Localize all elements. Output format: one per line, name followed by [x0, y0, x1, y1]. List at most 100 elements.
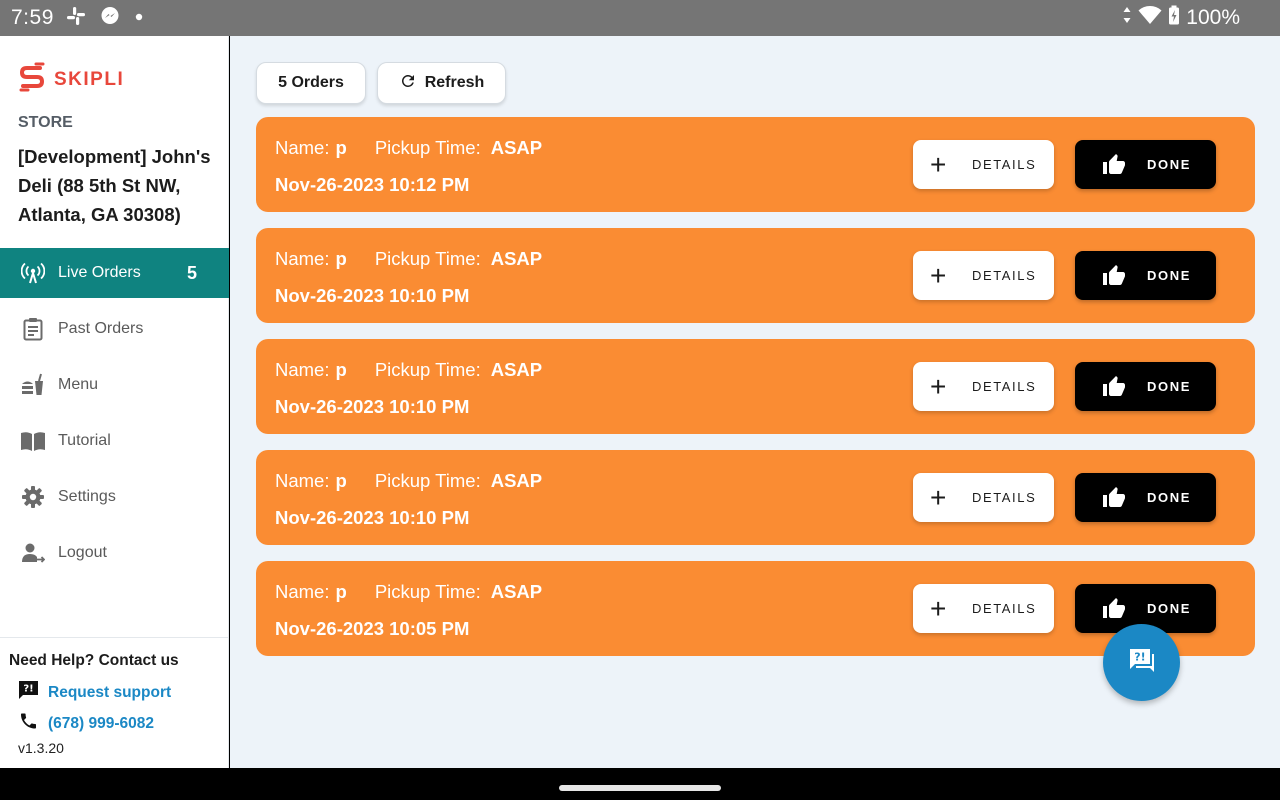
- book-icon: [20, 428, 46, 454]
- wifi-icon: [1138, 5, 1162, 31]
- details-label: DETAILS: [971, 157, 1037, 172]
- dot-icon: [134, 9, 144, 27]
- sidebar-item-menu[interactable]: Menu: [0, 357, 229, 413]
- app-version: v1.3.20: [18, 740, 64, 756]
- plus-icon: +: [930, 148, 948, 180]
- sidebar-item-label: Logout: [58, 544, 107, 561]
- gear-icon: [20, 484, 46, 510]
- order-pickup-label: Pickup Time:: [374, 137, 481, 158]
- sidebar-item-label: Menu: [58, 376, 99, 393]
- order-name: p: [335, 581, 347, 602]
- done-button[interactable]: DONE: [1075, 362, 1216, 411]
- support-chat-icon: ?!: [1128, 647, 1156, 678]
- done-label: DONE: [1147, 157, 1191, 172]
- skipli-logo-icon: [18, 62, 46, 97]
- logo-text: SKIPLI: [54, 68, 125, 90]
- thumbs-up-icon: [1101, 486, 1127, 510]
- order-name-label: Name:: [275, 248, 330, 269]
- data-arrows-icon: [1122, 5, 1132, 31]
- details-button[interactable]: + DETAILS: [913, 473, 1054, 522]
- done-label: DONE: [1147, 601, 1191, 616]
- live-orders-count: 5: [186, 262, 197, 283]
- thumbs-up-icon: [1101, 153, 1127, 177]
- logout-icon: [20, 540, 46, 566]
- details-label: DETAILS: [971, 268, 1037, 283]
- request-support-link[interactable]: ?! Request support: [18, 680, 171, 705]
- order-datetime: Nov-26-2023 10:05 PM: [275, 618, 470, 639]
- order-datetime: Nov-26-2023 10:10 PM: [275, 285, 470, 306]
- refresh-label: Refresh: [424, 74, 485, 91]
- order-name: p: [335, 470, 347, 491]
- plus-icon: +: [930, 259, 948, 291]
- order-pickup-time: ASAP: [490, 470, 543, 491]
- order-list: Name: p Pickup Time: ASAP Nov-26-2023 10…: [256, 117, 1255, 672]
- done-button[interactable]: DONE: [1075, 473, 1216, 522]
- order-pickup-time: ASAP: [490, 359, 543, 380]
- details-button[interactable]: + DETAILS: [913, 584, 1054, 633]
- thumbs-up-icon: [1101, 597, 1127, 621]
- food-icon: [20, 372, 46, 398]
- sidebar: SKIPLI STORE [Development] John's Deli (…: [0, 36, 229, 768]
- order-name-label: Name:: [275, 137, 330, 158]
- refresh-button[interactable]: Refresh: [377, 62, 506, 104]
- sidebar-item-label: Live Orders: [58, 264, 141, 281]
- order-name: p: [335, 137, 347, 158]
- order-pickup-time: ASAP: [490, 581, 543, 602]
- plus-icon: +: [930, 370, 948, 402]
- sidebar-item-tutorial[interactable]: Tutorial: [0, 413, 229, 469]
- sidebar-nav: Live Orders 5 Past Orders Menu Tutorial: [0, 248, 229, 581]
- sidebar-item-label: Tutorial: [58, 432, 111, 449]
- refresh-icon: [399, 72, 417, 95]
- home-gesture-handle[interactable]: [559, 785, 721, 791]
- request-support-label: Request support: [48, 683, 172, 701]
- order-card: Name: p Pickup Time: ASAP Nov-26-2023 10…: [256, 339, 1255, 434]
- phone-icon: [18, 711, 39, 736]
- sidebar-item-settings[interactable]: Settings: [0, 469, 229, 525]
- store-label: STORE: [18, 114, 73, 131]
- order-pickup-time: ASAP: [490, 248, 543, 269]
- thumbs-up-icon: [1101, 375, 1127, 399]
- phone-number: (678) 999-6082: [48, 714, 154, 732]
- broadcast-icon: [20, 260, 46, 286]
- order-pickup-time: ASAP: [490, 137, 543, 158]
- orders-count-label: 5 Orders: [278, 74, 344, 91]
- order-card: Name: p Pickup Time: ASAP Nov-26-2023 10…: [256, 450, 1255, 545]
- done-button[interactable]: DONE: [1075, 251, 1216, 300]
- done-label: DONE: [1147, 379, 1191, 394]
- support-chat-icon: ?!: [18, 680, 39, 705]
- orders-count-button[interactable]: 5 Orders: [256, 62, 366, 104]
- slack-icon: [66, 6, 86, 31]
- details-label: DETAILS: [971, 601, 1037, 616]
- order-card: Name: p Pickup Time: ASAP Nov-26-2023 10…: [256, 117, 1255, 212]
- svg-text:?!: ?!: [1134, 651, 1145, 664]
- sidebar-item-logout[interactable]: Logout: [0, 525, 229, 581]
- messenger-icon: [100, 6, 120, 31]
- details-button[interactable]: + DETAILS: [913, 362, 1054, 411]
- status-time: 7:59: [11, 6, 54, 29]
- order-card: Name: p Pickup Time: ASAP Nov-26-2023 10…: [256, 561, 1255, 656]
- support-chat-button[interactable]: ?!: [1103, 624, 1180, 701]
- skipli-logo[interactable]: SKIPLI: [18, 62, 124, 97]
- done-label: DONE: [1147, 490, 1191, 505]
- main-content: 5 Orders Refresh Name: p Pickup Time: AS…: [230, 36, 1280, 768]
- battery-charging-icon: [1168, 5, 1180, 31]
- order-name: p: [335, 359, 347, 380]
- phone-link[interactable]: (678) 999-6082: [18, 711, 154, 736]
- sidebar-item-label: Settings: [58, 488, 116, 505]
- done-button[interactable]: DONE: [1075, 140, 1216, 189]
- plus-icon: +: [930, 592, 948, 624]
- order-pickup-label: Pickup Time:: [374, 359, 481, 380]
- store-name: [Development] John's Deli (88 5th St NW,…: [18, 146, 211, 225]
- system-nav-bar: [0, 768, 1280, 800]
- help-section: Need Help? Contact us ?! Request support…: [0, 637, 229, 768]
- order-pickup-label: Pickup Time:: [374, 581, 481, 602]
- done-label: DONE: [1147, 268, 1191, 283]
- sidebar-item-past-orders[interactable]: Past Orders: [0, 301, 229, 357]
- details-button[interactable]: + DETAILS: [913, 251, 1054, 300]
- sidebar-item-live-orders[interactable]: Live Orders 5: [0, 248, 229, 298]
- details-button[interactable]: + DETAILS: [913, 140, 1054, 189]
- svg-text:?!: ?!: [23, 684, 33, 695]
- clipboard-icon: [20, 316, 46, 342]
- order-name-label: Name:: [275, 359, 330, 380]
- battery-percent: 100%: [1186, 6, 1240, 29]
